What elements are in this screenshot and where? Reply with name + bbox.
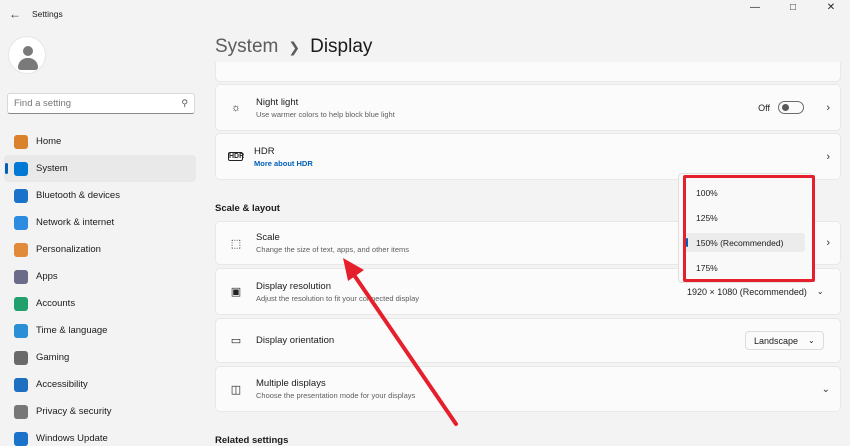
annotation-arrow-icon: [343, 258, 458, 426]
